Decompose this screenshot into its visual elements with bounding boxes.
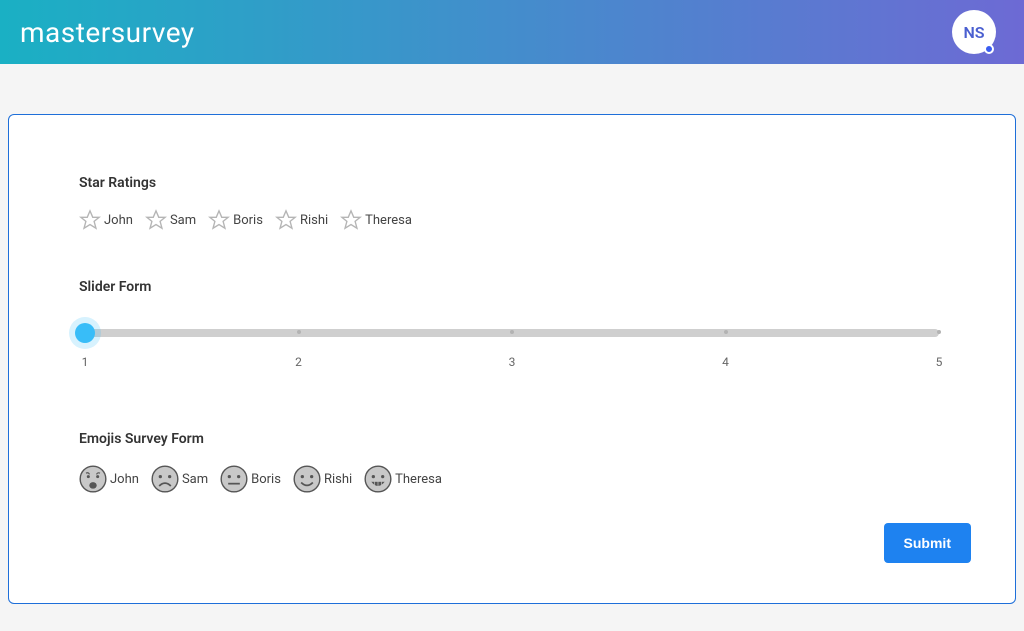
slider-tick [937,330,941,334]
star-option-rishi[interactable]: Rishi [275,209,328,231]
slider-title: Slider Form [79,279,945,295]
emoji-option-boris[interactable]: Boris [220,465,281,493]
slider-tick-label: 2 [295,355,302,369]
slider-tick-label: 1 [82,355,89,369]
frown-face-icon [151,465,179,493]
emoji-option-label: Rishi [324,472,352,487]
star-icon [79,209,101,231]
star-option-label: Sam [170,213,196,228]
slider-ticks [85,328,939,336]
emoji-option-rishi[interactable]: Rishi [293,465,352,493]
emoji-option-sam[interactable]: Sam [151,465,208,493]
slider-section: Slider Form 1 2 3 4 5 [79,279,945,371]
avatar-initials: NS [963,23,984,42]
slider-tick-label: 4 [722,355,729,369]
smile-face-icon [293,465,321,493]
star-ratings-title: Star Ratings [79,175,945,191]
emoji-section: Emojis Survey Form John Sam [79,431,945,493]
user-avatar-button[interactable]: NS [952,10,996,54]
emoji-option-john[interactable]: John [79,465,139,493]
slider-tick [724,330,728,334]
star-icon [145,209,167,231]
slider-track[interactable] [85,329,939,337]
slider-labels: 1 2 3 4 5 [85,355,939,371]
star-option-sam[interactable]: Sam [145,209,196,231]
star-option-john[interactable]: John [79,209,133,231]
header-bar: mastersurvey NS [0,0,1024,64]
star-option-label: John [104,213,133,228]
star-option-label: Rishi [300,213,328,228]
submit-button[interactable]: Submit [884,523,971,563]
star-option-theresa[interactable]: Theresa [340,209,412,231]
slider-tick-label: 3 [509,355,516,369]
emoji-title: Emojis Survey Form [79,431,945,447]
star-option-boris[interactable]: Boris [208,209,263,231]
star-option-label: Theresa [365,213,412,228]
emoji-option-label: Sam [182,472,208,487]
slider-tick [297,330,301,334]
emoji-option-label: Boris [251,472,281,487]
star-icon [340,209,362,231]
submit-row: Submit [884,523,971,563]
slider-tick [510,330,514,334]
star-ratings-section: Star Ratings John Sam Boris Rishi [79,175,945,231]
star-option-label: Boris [233,213,263,228]
avatar-status-badge [984,44,994,54]
neutral-face-icon [220,465,248,493]
emoji-option-label: John [110,472,139,487]
slider-tick-label: 5 [936,355,943,369]
star-options-row: John Sam Boris Rishi Theresa [79,209,945,231]
brand-logo: mastersurvey [20,16,195,49]
star-icon [208,209,230,231]
grin-face-icon [364,465,392,493]
emoji-options-row: John Sam Boris [79,465,945,493]
emoji-option-theresa[interactable]: Theresa [364,465,442,493]
star-icon [275,209,297,231]
emoji-option-label: Theresa [395,472,442,487]
slider-thumb[interactable] [75,323,95,343]
survey-card: Star Ratings John Sam Boris Rishi [8,114,1016,604]
crying-face-icon [79,465,107,493]
